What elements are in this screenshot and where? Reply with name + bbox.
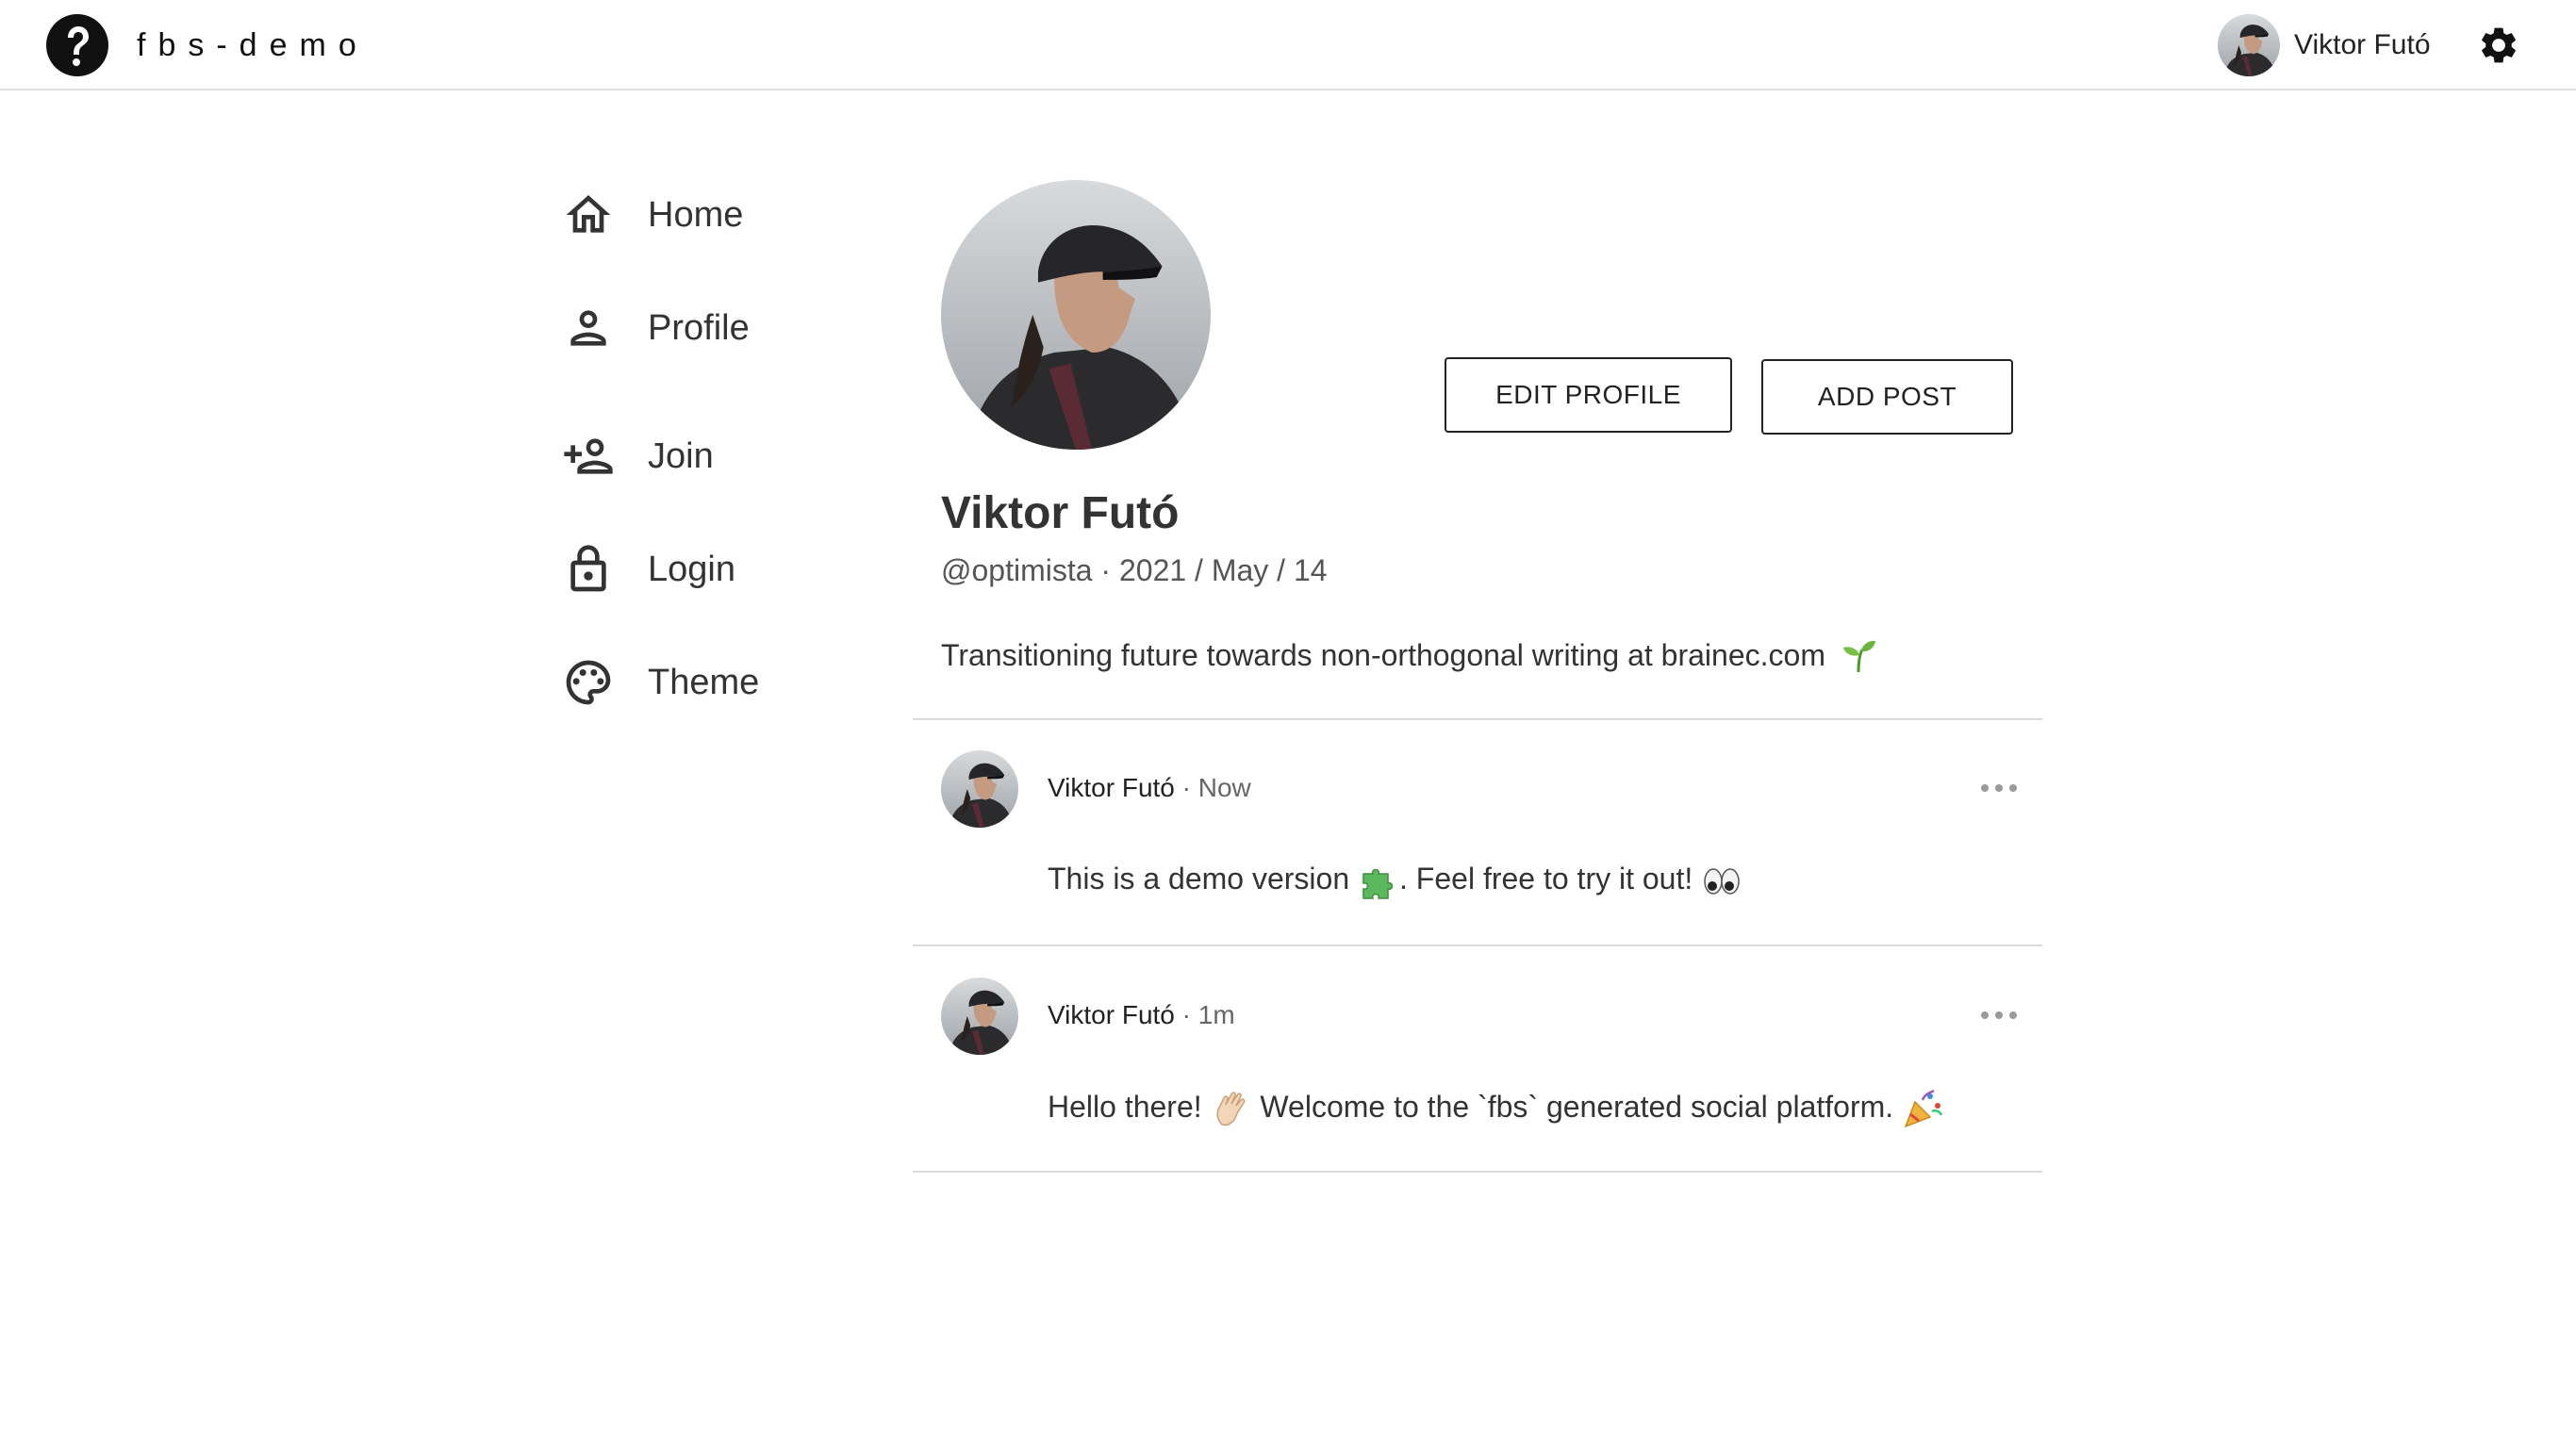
sidebar-item-theme[interactable]: Theme [562,645,864,720]
sidebar-item-label: Theme [648,663,760,702]
add-post-button[interactable]: ADD POST [1761,359,2013,435]
app-name[interactable]: fbs-demo [137,25,369,66]
post-avatar[interactable] [941,978,1018,1055]
profile-meta: @optimista · 2021 / May / 14 [941,553,1328,587]
person-icon [570,310,606,346]
divider [913,718,2042,720]
home-icon [566,195,611,233]
avatar[interactable] [2218,14,2280,76]
edit-profile-button[interactable]: EDIT PROFILE [1445,357,1732,433]
post-text-part: Hello there! [1048,1090,1202,1124]
sidebar-item-label: Profile [648,308,750,348]
profile-bio: Transitioning future towards non-orthogo… [941,635,1877,675]
profile-bio-text: Transitioning future towards non-orthogo… [941,638,1825,672]
lock-icon [570,545,606,592]
puzzle-icon [1362,868,1394,899]
sidebar-item-join[interactable]: Join [562,419,864,494]
sidebar-item-label: Login [648,550,735,589]
sidebar-item-profile[interactable]: Profile [562,290,864,366]
post-time: Now [1197,773,1251,802]
divider [913,1171,2042,1173]
post-text-part: This is a demo version [1048,862,1350,896]
divider [913,945,2042,946]
waving-hand-icon [1216,1092,1245,1126]
sidebar-item-label: Home [648,195,744,235]
seedling-icon [1842,640,1875,672]
sidebar-item-home[interactable]: Home [562,177,864,253]
eyes-icon [1704,867,1740,895]
palette-icon [566,660,611,705]
profile-joined-date: 2021 / May / 14 [1118,553,1328,587]
post-time: 1m [1197,1000,1235,1029]
person-add-icon [564,438,613,474]
profile-handle: @optimista [941,553,1093,587]
sidebar-item-login[interactable]: Login [562,532,864,607]
profile-avatar [941,180,1211,450]
post-header: Viktor Futó · Now [1048,773,1251,802]
more-horizontal-icon[interactable] [1978,1006,2020,1025]
party-popper-icon [1904,1089,1943,1127]
post-text: Hello there! Welcome to the `fbs` genera… [1048,1086,1943,1130]
post-author[interactable]: Viktor Futó [1048,1000,1175,1029]
post-avatar[interactable] [941,750,1018,828]
post-text: This is a demo version . Feel free to tr… [1048,858,1742,902]
post-author[interactable]: Viktor Futó [1048,773,1175,802]
header-username[interactable]: Viktor Futó [2294,26,2431,64]
top-app-bar: fbs-demo Viktor Futó [0,0,2576,90]
more-horizontal-icon[interactable] [1978,779,2020,797]
post-text-part: Welcome to the `fbs` generated social pl… [1260,1090,1894,1124]
gear-icon[interactable] [2477,24,2520,67]
post-text-part: . Feel free to try it out! [1399,862,1693,896]
help-circle-icon[interactable] [45,13,109,77]
sidebar-item-label: Join [648,436,714,476]
profile-name: Viktor Futó [941,488,1180,538]
post-header: Viktor Futó · 1m [1048,1000,1235,1029]
